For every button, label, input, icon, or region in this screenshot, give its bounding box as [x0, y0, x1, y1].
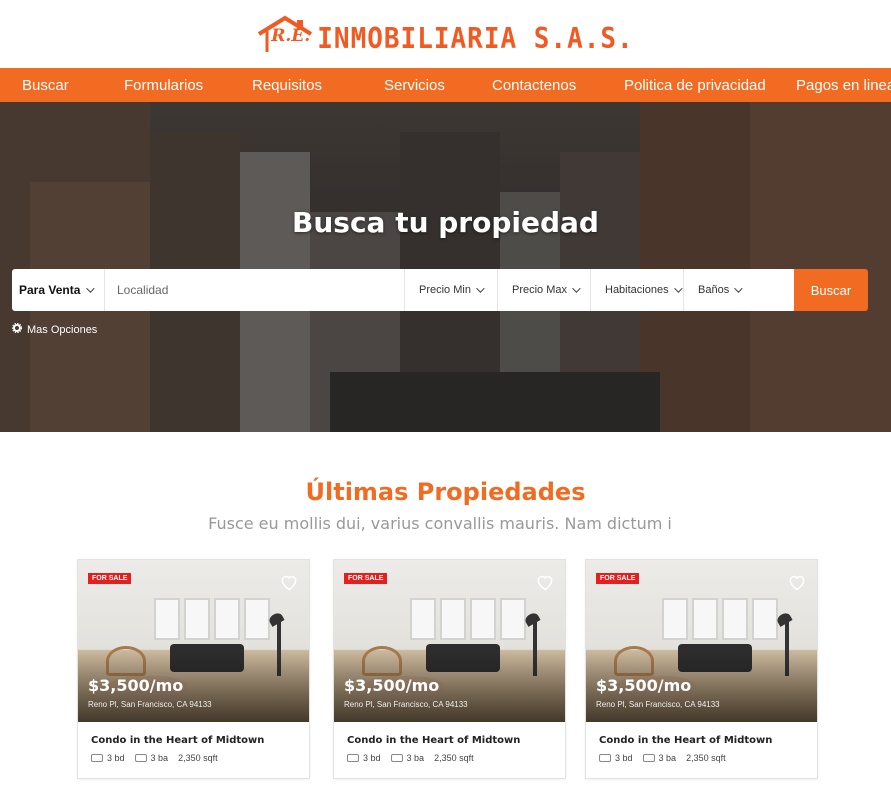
- main-nav: Buscar Formularios Requisitos Servicios …: [0, 68, 891, 102]
- baths-select[interactable]: Baños: [684, 269, 794, 311]
- status-badge: FOR SALE: [596, 573, 640, 584]
- property-price: $3,500/mo: [596, 676, 692, 695]
- search-button[interactable]: Buscar: [794, 269, 868, 311]
- hero-section: Busca tu propiedad Para Venta Localidad …: [0, 102, 891, 432]
- bath-icon: [390, 754, 403, 762]
- rooms-label: Habitaciones: [605, 284, 669, 296]
- property-photo[interactable]: FOR SALE $3,500/mo Reno Pl, San Francisc…: [586, 560, 817, 722]
- property-photo[interactable]: FOR SALE $3,500/mo Reno Pl, San Francisc…: [334, 560, 565, 722]
- heart-icon[interactable]: [535, 572, 555, 592]
- heart-icon[interactable]: [279, 572, 299, 592]
- baths-label: Baños: [698, 284, 730, 296]
- listing-type-value: Para Venta: [19, 283, 81, 297]
- beds-count: 3 bd: [107, 753, 125, 763]
- baths-count: 3 ba: [150, 753, 169, 763]
- property-features: 3 bd 3 ba 2,350 sqft: [599, 753, 726, 763]
- property-card[interactable]: FOR SALE $3,500/mo Reno Pl, San Francisc…: [77, 559, 310, 779]
- property-features: 3 bd 3 ba 2,350 sqft: [91, 753, 218, 763]
- nav-item-buscar[interactable]: Buscar: [22, 77, 69, 94]
- header: R.E. INMOBILIARIA S.A.S.: [0, 0, 891, 68]
- beds-count: 3 bd: [615, 753, 633, 763]
- property-address: Reno Pl, San Francisco, CA 94133: [596, 700, 720, 709]
- chevron-down-icon: [86, 284, 96, 293]
- property-card[interactable]: FOR SALE $3,500/mo Reno Pl, San Francisc…: [333, 559, 566, 779]
- baths-count: 3 ba: [658, 753, 677, 763]
- property-title[interactable]: Condo in the Heart of Midtown: [91, 735, 264, 746]
- logo-initials: R.E.: [271, 26, 311, 46]
- bath-icon: [134, 754, 147, 762]
- nav-item-formularios[interactable]: Formularios: [124, 77, 203, 94]
- property-address: Reno Pl, San Francisco, CA 94133: [344, 700, 468, 709]
- property-photo[interactable]: FOR SALE $3,500/mo Reno Pl, San Francisc…: [78, 560, 309, 722]
- property-title[interactable]: Condo in the Heart of Midtown: [599, 735, 772, 746]
- chevron-down-icon: [734, 284, 743, 293]
- area-value: 2,350 sqft: [434, 753, 474, 763]
- bed-icon: [91, 754, 103, 762]
- status-badge: FOR SALE: [344, 573, 388, 584]
- location-placeholder: Localidad: [117, 283, 169, 297]
- property-price: $3,500/mo: [88, 676, 184, 695]
- bed-icon: [347, 754, 359, 762]
- heart-icon[interactable]: [787, 572, 807, 592]
- gear-icon: [11, 322, 23, 336]
- baths-count: 3 ba: [406, 753, 425, 763]
- logo-name: INMOBILIARIA S.A.S.: [317, 22, 634, 56]
- hero-title: Busca tu propiedad: [292, 206, 599, 239]
- chevron-down-icon: [673, 284, 683, 293]
- site-logo[interactable]: R.E. INMOBILIARIA S.A.S.: [257, 14, 634, 56]
- status-badge: FOR SALE: [88, 573, 132, 584]
- listing-type-select[interactable]: Para Venta: [12, 269, 105, 311]
- property-price: $3,500/mo: [344, 676, 440, 695]
- chevron-down-icon: [572, 284, 581, 293]
- price-max-select[interactable]: Precio Max: [498, 269, 591, 311]
- more-options-label: Mas Opciones: [27, 323, 98, 336]
- property-features: 3 bd 3 ba 2,350 sqft: [347, 753, 474, 763]
- price-max-label: Precio Max: [512, 284, 568, 296]
- nav-item-servicios[interactable]: Servicios: [384, 77, 445, 94]
- nav-item-requisitos[interactable]: Requisitos: [252, 77, 322, 94]
- nav-item-politica-privacidad[interactable]: Politica de privacidad: [624, 77, 766, 94]
- property-address: Reno Pl, San Francisco, CA 94133: [88, 700, 212, 709]
- area-value: 2,350 sqft: [686, 753, 726, 763]
- section-title: Últimas Propiedades: [305, 478, 586, 506]
- nav-item-pagos-en-linea[interactable]: Pagos en linea: [796, 77, 891, 94]
- area-value: 2,350 sqft: [178, 753, 218, 763]
- bed-icon: [599, 754, 611, 762]
- more-options-link[interactable]: Mas Opciones: [11, 322, 98, 336]
- price-min-label: Precio Min: [419, 284, 471, 296]
- bath-icon: [642, 754, 655, 762]
- house-logo-icon: R.E.: [257, 14, 313, 54]
- section-subtitle: Fusce eu mollis dui, varius convallis ma…: [208, 514, 672, 533]
- search-bar: Para Venta Localidad Precio Min Precio M…: [12, 269, 840, 311]
- chevron-down-icon: [476, 284, 485, 293]
- property-card[interactable]: FOR SALE $3,500/mo Reno Pl, San Francisc…: [585, 559, 818, 779]
- property-title[interactable]: Condo in the Heart of Midtown: [347, 735, 520, 746]
- location-input[interactable]: Localidad: [105, 269, 405, 311]
- beds-count: 3 bd: [363, 753, 381, 763]
- price-min-select[interactable]: Precio Min: [405, 269, 498, 311]
- rooms-select[interactable]: Habitaciones: [591, 269, 684, 311]
- nav-item-contactenos[interactable]: Contactenos: [492, 77, 576, 94]
